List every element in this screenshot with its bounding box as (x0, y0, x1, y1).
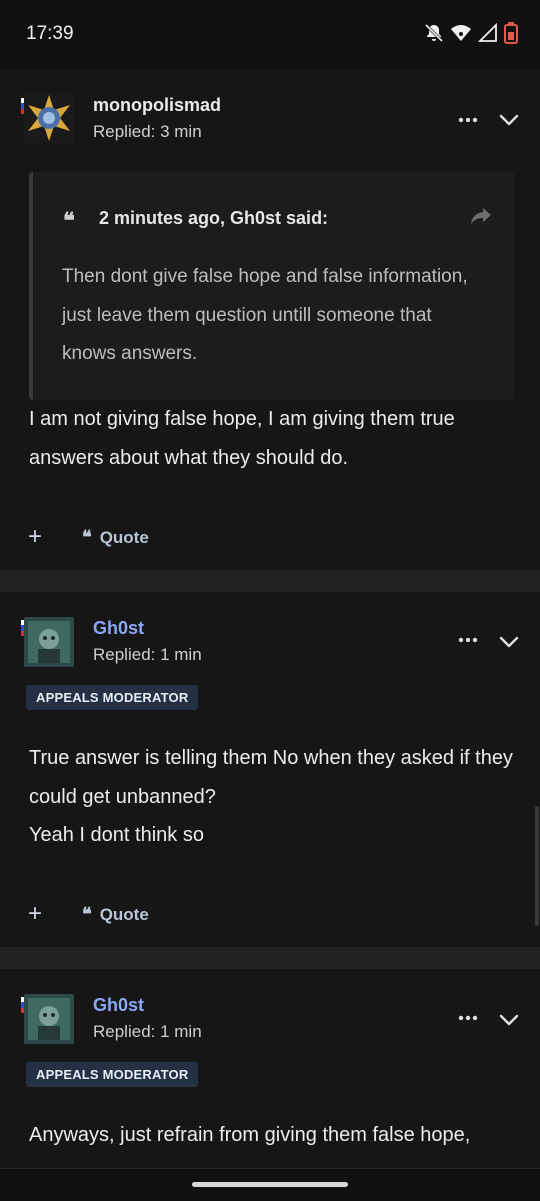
share-icon[interactable] (470, 207, 492, 230)
reply-time: Replied: 1 min (93, 1022, 202, 1041)
avatar[interactable] (24, 93, 74, 143)
status-time: 17:39 (26, 23, 74, 44)
post-body: Anyways, just refrain from giving them f… (29, 1124, 471, 1146)
post-divider (0, 570, 540, 592)
chevron-down-icon (499, 1014, 519, 1026)
username[interactable]: Gh0st (93, 995, 144, 1016)
scrollbar[interactable] (535, 806, 539, 926)
status-bar: 17:39 (0, 0, 540, 66)
post-divider (0, 947, 540, 969)
quote-icon: ❝ (82, 904, 92, 925)
more-horizontal-icon (458, 117, 478, 123)
expand-button[interactable] (497, 632, 521, 652)
quote-icon: ❝ (63, 208, 75, 234)
status-icons (424, 22, 518, 44)
wifi-icon (450, 23, 472, 43)
post-body: True answer is telling them No when they… (29, 747, 513, 808)
reply-time: Replied: 3 min (93, 122, 202, 141)
post-body: I am not giving false hope, I am giving … (29, 408, 455, 469)
role-badge: APPEALS MODERATOR (26, 1062, 199, 1087)
signal-icon (478, 23, 498, 43)
expand-button[interactable] (497, 1010, 521, 1030)
quoted-post: ❝ 2 minutes ago, Gh0st said: Then dont g… (29, 172, 515, 400)
quote-attribution[interactable]: 2 minutes ago, Gh0st said: (99, 208, 328, 229)
plus-icon: + (28, 523, 43, 550)
battery-icon (504, 22, 518, 44)
plus-icon: + (28, 900, 43, 927)
quote-button[interactable]: ❝ Quote (82, 904, 149, 925)
quote-button[interactable]: ❝ Quote (82, 527, 149, 548)
avatar[interactable] (24, 617, 74, 667)
bell-off-icon (424, 23, 444, 43)
quote-button-label: Quote (99, 527, 149, 547)
username[interactable]: Gh0st (93, 618, 144, 639)
post-body: Yeah I dont think so (29, 824, 204, 846)
avatar[interactable] (24, 994, 74, 1044)
more-options-button[interactable] (456, 630, 480, 650)
expand-button[interactable] (497, 110, 521, 130)
react-button[interactable]: + (28, 902, 42, 926)
more-horizontal-icon (458, 1015, 478, 1021)
quote-text: Then dont give false hope and false info… (62, 266, 468, 364)
more-options-button[interactable] (456, 1008, 480, 1028)
chevron-down-icon (499, 114, 519, 126)
username[interactable]: monopolismad (93, 95, 221, 116)
home-indicator[interactable] (192, 1182, 348, 1187)
quote-button-label: Quote (99, 904, 149, 924)
role-badge: APPEALS MODERATOR (26, 685, 199, 710)
reply-time: Replied: 1 min (93, 645, 202, 664)
chevron-down-icon (499, 636, 519, 648)
quote-icon: ❝ (82, 527, 92, 548)
more-horizontal-icon (458, 637, 478, 643)
react-button[interactable]: + (28, 525, 42, 549)
more-options-button[interactable] (456, 110, 480, 130)
